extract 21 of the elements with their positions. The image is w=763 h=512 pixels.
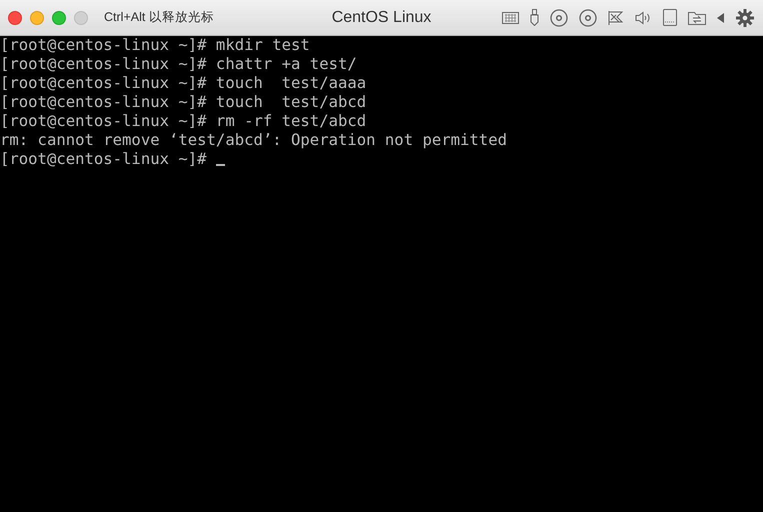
text-cursor bbox=[216, 164, 225, 166]
terminal-line: [root@centos-linux ~]# touch test/aaaa bbox=[0, 74, 366, 93]
close-button[interactable] bbox=[8, 10, 22, 24]
terminal-line: [root@centos-linux ~]# touch test/abcd bbox=[0, 93, 366, 112]
terminal-prompt: [root@centos-linux ~]# bbox=[0, 150, 207, 169]
keyboard-icon[interactable] bbox=[502, 12, 519, 24]
collapse-triangle-icon[interactable] bbox=[717, 12, 725, 22]
speaker-icon[interactable] bbox=[635, 10, 652, 24]
disc-icon[interactable] bbox=[579, 8, 597, 26]
network-icon[interactable] bbox=[608, 10, 624, 26]
usb-icon[interactable] bbox=[530, 9, 539, 26]
shared-folder-icon[interactable] bbox=[688, 10, 706, 25]
terminal-line: rm: cannot remove ‘test/abcd’: Operation not permitted bbox=[0, 131, 507, 150]
terminal-line: [root@centos-linux ~]# chattr +a test/ bbox=[0, 55, 357, 74]
terminal-line: [root@centos-linux ~]# mkdir test bbox=[0, 36, 310, 55]
settings-icon[interactable] bbox=[736, 8, 754, 26]
terminal-line: [root@centos-linux ~]# rm -rf test/abcd bbox=[0, 112, 366, 131]
disc-icon[interactable] bbox=[550, 8, 568, 26]
release-cursor-hint: Ctrl+Alt 以释放光标 bbox=[104, 9, 214, 26]
window-title: CentOS Linux bbox=[332, 8, 432, 26]
zoom-button[interactable] bbox=[52, 10, 66, 24]
